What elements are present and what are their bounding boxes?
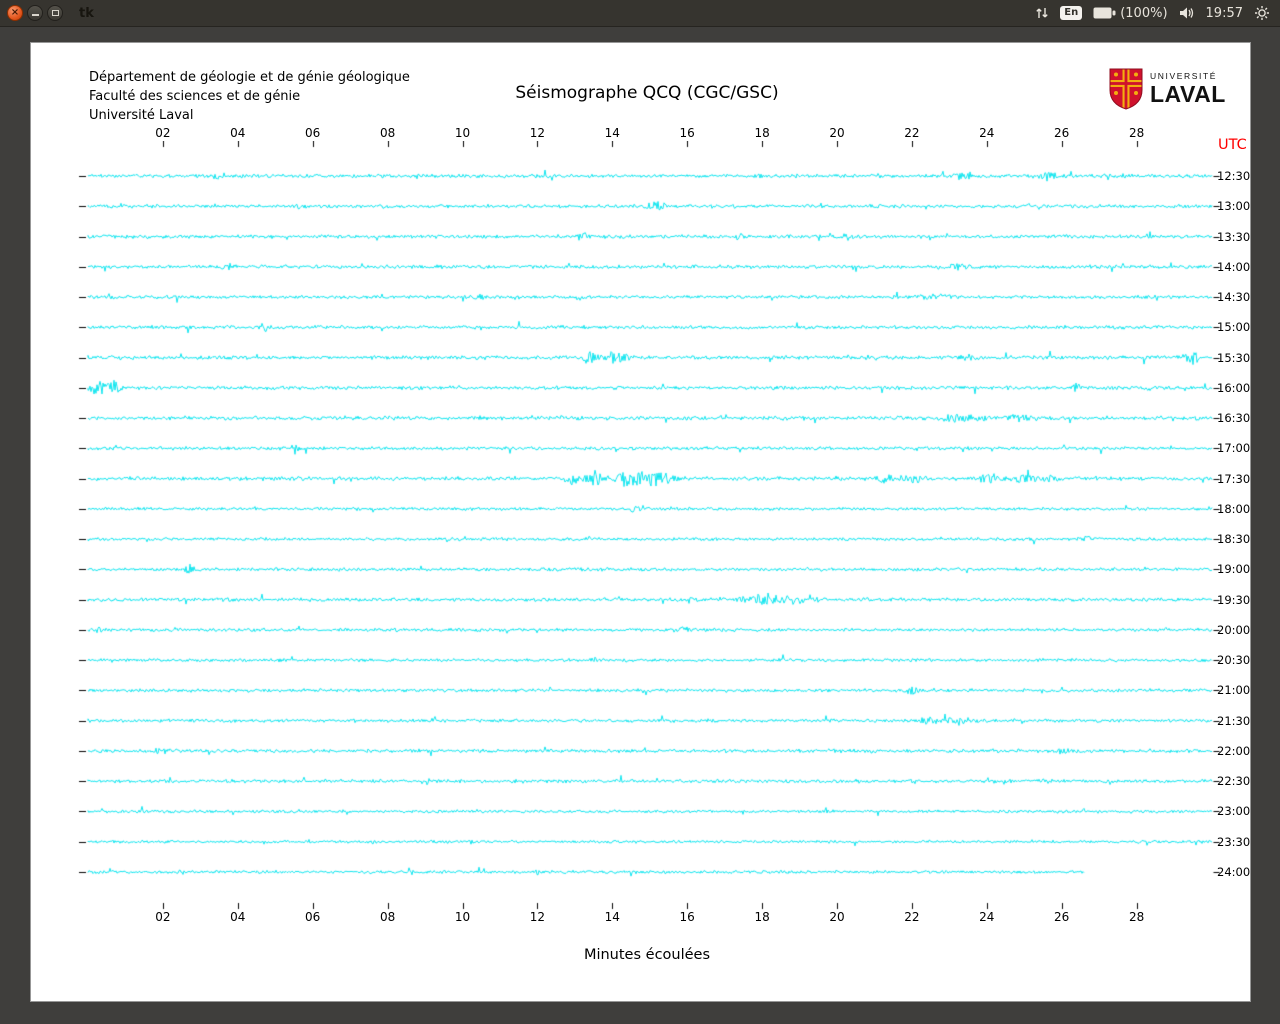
- session-gear-icon[interactable]: [1254, 5, 1270, 21]
- app-window: Département de géologie et de génie géol…: [30, 42, 1251, 1002]
- utc-time-label: 19:00: [1217, 562, 1251, 577]
- utc-time-label: 13:00: [1217, 199, 1251, 214]
- utc-time-label: 13:30: [1217, 229, 1251, 244]
- battery-percent: (100%): [1120, 5, 1168, 21]
- window-controls: ×: [7, 5, 63, 21]
- laval-logo-text: UNIVERSITÉ LAVAL: [1150, 72, 1226, 106]
- utc-time-label: 22:30: [1217, 774, 1251, 789]
- utc-time-label: 17:00: [1217, 441, 1251, 456]
- x-axis-tick-label: 02: [155, 126, 171, 140]
- clock[interactable]: 19:57: [1206, 6, 1243, 21]
- utc-time-label: 17:30: [1217, 471, 1251, 486]
- utc-time-label: 16:00: [1217, 380, 1251, 395]
- utc-time-label: 14:00: [1217, 259, 1251, 274]
- utc-time-label: 14:30: [1217, 290, 1251, 305]
- x-axis-tick-label: 22: [904, 126, 920, 140]
- updown-arrows-icon[interactable]: [1035, 6, 1049, 20]
- x-axis-tick-label: 16: [679, 126, 695, 140]
- utc-time-label: 18:00: [1217, 501, 1251, 516]
- x-axis-tick-label: 10: [454, 910, 471, 924]
- x-axis-tick-label: 04: [230, 126, 246, 140]
- x-axis-tick-label: 04: [230, 910, 246, 924]
- x-axis-tick-label: 16: [679, 910, 695, 924]
- utc-time-label: 21:00: [1217, 683, 1251, 698]
- utc-time-label: 23:00: [1217, 804, 1251, 819]
- x-axis-tick-label: 06: [305, 910, 321, 924]
- maximize-icon: [51, 10, 59, 16]
- utc-time-label: 22:00: [1217, 743, 1251, 758]
- battery-icon: [1093, 7, 1116, 19]
- x-axis-top: 02 04 06 08 10 12 14 16 18 20 22 24 26 28: [76, 126, 1236, 140]
- x-axis-tick-label: 08: [379, 126, 396, 140]
- keyboard-layout-indicator[interactable]: En: [1060, 6, 1083, 20]
- x-axis-tick-label: 24: [979, 126, 995, 140]
- system-top-bar: × tk En (100%) 19:57: [0, 0, 1280, 27]
- x-axis-tick-label: 12: [529, 910, 546, 924]
- laval-logo: UNIVERSITÉ LAVAL: [1109, 67, 1226, 111]
- seismogram-canvas: [76, 141, 1220, 911]
- utc-time-label: 16:30: [1217, 411, 1251, 426]
- x-axis-tick-label: 26: [1054, 910, 1070, 924]
- x-axis-tick-label: 18: [754, 126, 770, 140]
- window-title: tk: [79, 5, 94, 21]
- x-axis-tick-label: 28: [1128, 126, 1145, 140]
- window-close-button[interactable]: ×: [7, 5, 23, 21]
- window-maximize-button[interactable]: [47, 5, 63, 21]
- utc-time-label: 12:30: [1217, 169, 1251, 183]
- x-axis-tick-label: 12: [529, 126, 546, 140]
- x-axis-tick-label: 18: [754, 910, 770, 924]
- utc-axis-title: UTC: [1218, 137, 1247, 153]
- x-axis-tick-label: 22: [904, 910, 920, 924]
- x-axis-tick-label: 10: [454, 126, 471, 140]
- utc-time-label: 23:30: [1217, 834, 1251, 849]
- battery-indicator[interactable]: (100%): [1093, 5, 1168, 21]
- logo-laval-label: LAVAL: [1150, 80, 1226, 107]
- page-title: Séismographe QCQ (CGC/GSC): [515, 83, 779, 103]
- utc-time-label: 19:30: [1217, 592, 1251, 607]
- utc-time-label: 20:00: [1217, 622, 1251, 637]
- x-axis-tick-label: 28: [1128, 910, 1145, 924]
- window-minimize-button[interactable]: [27, 5, 43, 21]
- institution-line: Université Laval: [89, 108, 194, 123]
- utc-time-label: 20:30: [1217, 653, 1251, 668]
- x-axis-tick-label: 08: [379, 910, 396, 924]
- logo-universite-label: UNIVERSITÉ: [1150, 71, 1218, 82]
- x-axis-tick-label: 20: [829, 910, 845, 924]
- x-axis-tick-label: 14: [604, 126, 620, 140]
- volume-icon[interactable]: [1179, 6, 1195, 20]
- x-axis-label: Minutes écoulées: [583, 947, 711, 963]
- x-axis-bottom: 02 04 06 08 10 12 14 16 18 20 22 24 26 28: [76, 910, 1236, 924]
- x-axis-tick-label: 26: [1054, 126, 1070, 140]
- utc-time-label: 18:30: [1217, 532, 1251, 547]
- x-axis-tick-label: 06: [305, 126, 321, 140]
- utc-time-label: 15:00: [1217, 320, 1251, 335]
- utc-time-label: 24:00: [1217, 864, 1251, 879]
- system-tray: En (100%) 19:57: [1035, 5, 1280, 21]
- x-axis-tick-label: 02: [155, 910, 171, 924]
- laval-shield-icon: [1109, 68, 1143, 110]
- utc-time-label: 21:30: [1217, 713, 1251, 728]
- x-axis-tick-label: 20: [829, 126, 845, 140]
- x-axis-tick-label: 24: [979, 910, 995, 924]
- utc-time-label: 15:30: [1217, 350, 1251, 365]
- x-axis-tick-label: 14: [604, 910, 620, 924]
- minimize-icon: [31, 14, 39, 16]
